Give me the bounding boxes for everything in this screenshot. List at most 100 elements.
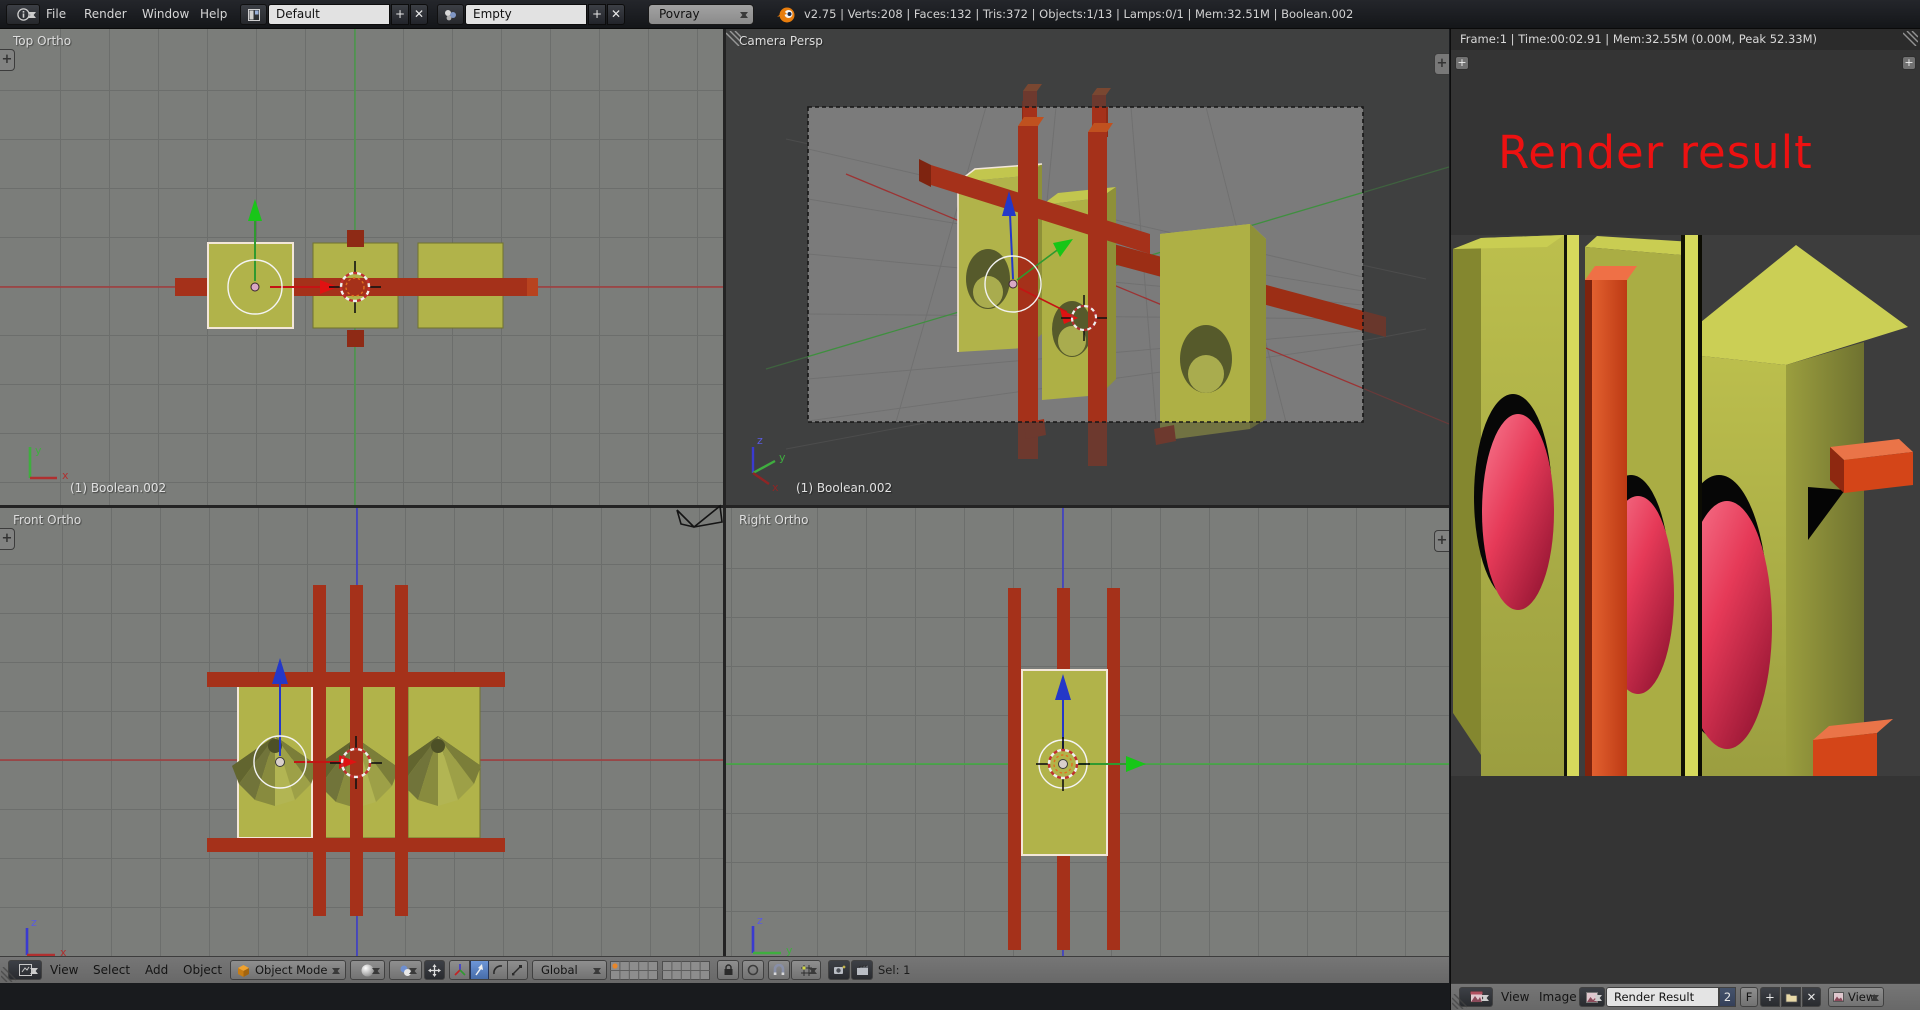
menu-object[interactable]: Object (183, 957, 222, 984)
menu-image[interactable]: Image (1539, 984, 1577, 1010)
viewport-front-ortho[interactable]: z x Front Ortho (1) Boolean.002 + (0, 508, 723, 983)
menu-window[interactable]: Window (142, 0, 189, 29)
menu-view[interactable]: View (50, 957, 78, 984)
close-layout-button[interactable]: ✕ (410, 4, 428, 25)
expand-toolshelf-button[interactable]: + (0, 528, 15, 550)
add-scene-button[interactable]: + (588, 4, 606, 25)
viewport-shading-select[interactable] (350, 960, 385, 980)
active-object-name: (1) Boolean.002 (796, 481, 892, 495)
menu-view[interactable]: View (1501, 984, 1529, 1010)
object-mode-icon (237, 964, 250, 977)
lock-icon (723, 964, 734, 976)
screen-layout-browse-button[interactable] (240, 4, 267, 25)
stepper-arrows-icon (1871, 992, 1880, 1004)
magnet-icon (773, 964, 785, 976)
selection-count: Sel: 1 (878, 957, 910, 984)
resize-corner-icon[interactable] (1, 967, 16, 982)
menu-render[interactable]: Render (84, 0, 127, 29)
axis-z-label: z (31, 916, 37, 929)
menu-help[interactable]: Help (200, 0, 227, 29)
active-object-name: (1) Boolean.002 (70, 481, 166, 495)
right-ortho-scene (726, 508, 1449, 983)
expand-region-button[interactable]: + (1902, 56, 1916, 70)
render-opengl-button[interactable] (828, 960, 850, 980)
close-scene-button[interactable]: ✕ (607, 4, 625, 25)
image-users-count-badge[interactable]: 2 (1719, 987, 1736, 1007)
resize-corner-icon[interactable] (1903, 31, 1918, 46)
image-browse-button[interactable] (1579, 987, 1605, 1007)
translate-arrow-icon (473, 964, 485, 976)
image-view-mode-select[interactable]: View (1828, 987, 1884, 1007)
scene-browse-button[interactable] (437, 4, 464, 25)
lock-to-scene-button[interactable] (717, 960, 739, 980)
viewport-label-right: Right Ortho (739, 513, 808, 527)
image-editor-area: Frame:1 | Time:00:02.91 | Mem:32.55M (0.… (1450, 29, 1920, 1010)
folder-icon (1785, 992, 1798, 1003)
stepper-arrows-icon (593, 965, 602, 977)
3d-viewport-area: y x Top Ortho (1) Boolean.002 + (0, 29, 1449, 983)
unlink-image-button[interactable]: ✕ (1802, 987, 1821, 1007)
proportional-edit-button[interactable] (742, 960, 764, 980)
viewport-top-ortho[interactable]: y x Top Ortho (1) Boolean.002 + (0, 29, 723, 505)
scale-icon (511, 964, 523, 976)
rotate-arc-icon (492, 964, 504, 976)
menu-file[interactable]: File (46, 0, 66, 29)
top-ortho-scene (0, 29, 723, 505)
viewport-right-ortho[interactable]: z y Right Ortho (1) Boolean.002 + (726, 508, 1449, 983)
render-engine-select[interactable]: Povray render (648, 4, 754, 25)
expand-properties-button[interactable]: + (1434, 53, 1449, 75)
3d-view-header: View Select Add Object Object Mode (0, 956, 1449, 983)
fake-user-button[interactable]: F (1740, 987, 1758, 1007)
layers-grid-1[interactable] (610, 961, 658, 980)
info-editor-button[interactable] (6, 4, 40, 25)
front-ortho-scene (0, 508, 723, 983)
stepper-arrows-icon (809, 965, 818, 977)
axis-z-label: z (757, 434, 763, 447)
manipulator-toggle-button[interactable] (424, 960, 445, 980)
scale-manipulator-segment[interactable] (508, 961, 527, 979)
axis-x-label: x (62, 469, 69, 482)
open-image-button[interactable] (1781, 987, 1801, 1007)
manipulator-axes-segment[interactable] (451, 961, 470, 979)
rotate-manipulator-segment[interactable] (489, 961, 508, 979)
mode-select[interactable]: Object Mode (230, 960, 346, 980)
render-opengl-anim-button[interactable] (851, 960, 873, 980)
axis-y-label: y (35, 444, 42, 457)
image-name-field[interactable]: Render Result (1606, 987, 1719, 1007)
top-menu-bar: File Render Window Help Default + ✕ Empt… (0, 0, 1920, 29)
menu-add[interactable]: Add (145, 957, 168, 984)
stepper-arrows-icon (740, 9, 749, 21)
axis-z-label: z (757, 914, 763, 927)
stepper-arrows-icon (1594, 992, 1603, 1004)
mouse-cursor-icon (672, 501, 728, 533)
orientation-value: Global (541, 963, 578, 977)
expand-toolshelf-button[interactable]: + (0, 49, 15, 71)
snap-element-select[interactable] (791, 960, 821, 980)
layers-grid-2[interactable] (662, 961, 710, 980)
snap-toggle-button[interactable] (768, 960, 790, 980)
rendered-image[interactable] (1451, 235, 1920, 776)
transform-orientation-select[interactable]: Global (532, 960, 607, 980)
add-layout-button[interactable]: + (391, 4, 409, 25)
viewport-label-camera: Camera Persp (739, 34, 823, 48)
render-result-watermark: Render result (1498, 126, 1813, 179)
new-image-button[interactable]: + (1760, 987, 1780, 1007)
resize-corner-icon[interactable] (726, 31, 741, 46)
stepper-arrows-icon (28, 9, 37, 21)
proportional-circle-icon (747, 964, 759, 976)
blender-logo-icon (776, 5, 796, 24)
screen-layout-name-field[interactable]: Default (268, 4, 390, 25)
menu-select[interactable]: Select (93, 957, 130, 984)
expand-properties-button[interactable]: + (1434, 530, 1449, 552)
resize-corner-icon[interactable] (1452, 994, 1467, 1009)
stepper-arrows-icon (332, 965, 341, 977)
axes-icon (454, 964, 466, 976)
scene-name-field[interactable]: Empty (465, 4, 587, 25)
camera-persp-scene (726, 29, 1449, 505)
stepper-arrows-icon (30, 965, 39, 977)
pivot-point-select[interactable] (389, 960, 422, 980)
viewport-camera-persp[interactable]: z y x Camera Persp (1) Boolean.002 + (726, 29, 1449, 505)
translate-manipulator-segment[interactable] (470, 961, 489, 979)
image-editor-header: View Image Render Result 2 F + ✕ (1451, 983, 1920, 1010)
expand-region-button[interactable]: + (1455, 56, 1469, 70)
